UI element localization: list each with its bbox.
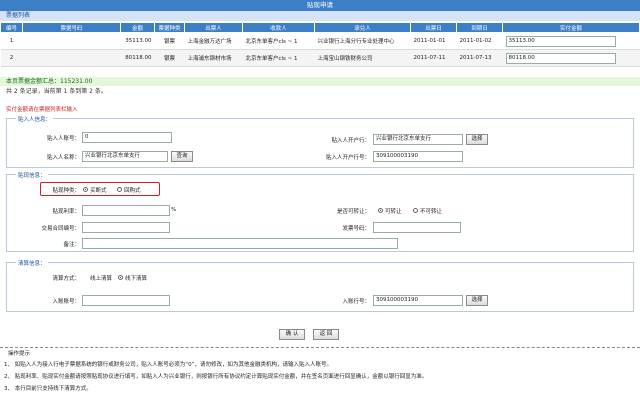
applicant-group-title: 贴入人信息： bbox=[16, 115, 54, 123]
col-header[interactable]: 编号 bbox=[0, 22, 23, 33]
total-summary: 本页票据金额汇总：115231.00 bbox=[0, 77, 640, 86]
col-header[interactable]: 票据种类 bbox=[154, 22, 185, 33]
settlement-group-title: 清算信息： bbox=[16, 259, 48, 267]
settle-bank-no-label: 入账行号： bbox=[342, 299, 370, 305]
applicant-account-input[interactable]: 0 bbox=[82, 132, 172, 143]
cell-no: 2 bbox=[0, 49, 23, 67]
applicant-bank-input[interactable]: 兴业银行北京东单支行 bbox=[373, 134, 463, 145]
cell-actual-amount: 35113.00 bbox=[502, 32, 640, 50]
col-header[interactable]: 出票人 bbox=[184, 22, 243, 33]
settlement-method-label: 清算方式： bbox=[52, 276, 80, 282]
cell-payee: 北京东单客户cls ~ 1 bbox=[242, 32, 315, 50]
operation-tips: 操作提示 1、 如贴入人为接入行电子票据系统的银行或财务公司，贴入人账号必须为“… bbox=[0, 347, 640, 400]
query-button[interactable]: 查询 bbox=[171, 151, 193, 162]
radio-unchecked-icon bbox=[413, 208, 418, 213]
applicant-bank-label: 贴入人开户行： bbox=[331, 138, 370, 144]
applicant-name-input[interactable]: 兴业银行北京东单支行 bbox=[82, 151, 168, 162]
cell-issue-date: 2011-01-01 bbox=[410, 32, 457, 50]
rate-unit: % bbox=[171, 207, 177, 213]
cell-kind: 银票 bbox=[154, 49, 185, 67]
discount-rate-input[interactable] bbox=[82, 205, 170, 216]
applicant-bank-no-label: 贴入人开户行号： bbox=[325, 155, 370, 161]
transferable-option-yes[interactable]: 可转让 bbox=[378, 207, 402, 215]
discount-type-option-repo[interactable]: 回购式 bbox=[117, 186, 141, 194]
cell-drawer: 上海浦东钢材市场 bbox=[184, 49, 243, 67]
confirm-button[interactable]: 确 认 bbox=[279, 329, 305, 340]
actual-amount-input[interactable]: 35113.00 bbox=[505, 35, 616, 47]
col-header[interactable]: 票据号码 bbox=[22, 22, 121, 33]
radio-checked-icon bbox=[83, 187, 88, 192]
discount-type-option-buyout[interactable]: 买断式 bbox=[83, 186, 107, 194]
remark-label: 备注： bbox=[63, 242, 80, 248]
back-button[interactable]: 返 回 bbox=[313, 329, 339, 340]
transferable-label: 是否可转让： bbox=[336, 209, 370, 215]
window-title: 贴现申请 bbox=[0, 0, 640, 11]
contract-no-input[interactable] bbox=[82, 222, 170, 233]
cell-ticket-no bbox=[22, 32, 121, 50]
settlement-option-offline[interactable]: 线下清算 bbox=[118, 274, 147, 282]
settle-bank-select-button[interactable]: 选择 bbox=[466, 295, 488, 306]
discount-group-title: 贴现信息： bbox=[16, 171, 48, 179]
col-header[interactable]: 实付金额 bbox=[502, 22, 640, 33]
tip-item-2: 2、 贴现利率、贴现实付金额请按照贴现协议进行填写，如贴入人为兴业银行，则按银行… bbox=[4, 374, 428, 380]
cell-ticket-no bbox=[22, 49, 121, 67]
hint-text: 实付金额请在票据列表栏输入 bbox=[6, 107, 78, 113]
cell-due-date: 2011-01-02 bbox=[456, 32, 503, 50]
col-header[interactable]: 承兑人 bbox=[314, 22, 411, 33]
col-header[interactable]: 收款人 bbox=[242, 22, 315, 33]
cell-kind: 银票 bbox=[154, 32, 185, 50]
cell-actual-amount: 80118.00 bbox=[502, 49, 640, 67]
invoice-no-input[interactable] bbox=[373, 222, 461, 233]
radio-checked-icon bbox=[378, 208, 383, 213]
invoice-no-label: 发票号码： bbox=[342, 226, 370, 232]
discount-rate-label: 贴现利率： bbox=[52, 209, 80, 215]
bank-select-button[interactable]: 选择 bbox=[466, 134, 488, 145]
table-row[interactable]: 2 80118.00 银票 上海浦东钢材市场 北京东单客户cls ~ 1 上海宝… bbox=[0, 49, 640, 67]
col-header[interactable]: 到期日 bbox=[456, 22, 503, 33]
remark-input[interactable] bbox=[82, 238, 398, 249]
settle-account-input[interactable] bbox=[82, 295, 170, 306]
applicant-name-label: 贴入人名称： bbox=[46, 155, 80, 161]
applicant-bank-no-input[interactable]: 309100003190 bbox=[373, 151, 463, 162]
col-header[interactable]: 金额 bbox=[120, 22, 155, 33]
cell-amount: 80118.00 bbox=[120, 49, 155, 67]
pager-text: 共 2 条记录，当前第 1 条到第 2 条。 bbox=[6, 88, 107, 95]
radio-unchecked-icon bbox=[117, 187, 122, 192]
ticket-list-header: 票据列表 bbox=[0, 11, 640, 21]
applicant-account-label: 贴入人账号： bbox=[46, 136, 80, 142]
cell-no: 1 bbox=[0, 32, 23, 50]
tip-item-3: 3、 本行目前只支持线下清算方式。 bbox=[4, 386, 92, 392]
actual-amount-input[interactable]: 80118.00 bbox=[505, 52, 616, 64]
settlement-option-online[interactable]: 线上清算 bbox=[90, 274, 112, 282]
settle-bank-no-input[interactable]: 309100003190 bbox=[373, 295, 463, 306]
discount-type-label: 贴现种类： bbox=[52, 188, 80, 194]
tip-item-1: 1、 如贴入人为接入行电子票据系统的银行或财务公司，贴入人账号必须为“0”，请勿… bbox=[4, 362, 332, 368]
table-header-row: 编号 票据号码 金额 票据种类 出票人 收款人 承兑人 出票日 到期日 实付金额 bbox=[0, 22, 640, 33]
col-header[interactable]: 出票日 bbox=[410, 22, 457, 33]
cell-drawer: 上海金融万达广场 bbox=[184, 32, 243, 50]
cell-acceptor: 上海宝山钢铁财务公司 bbox=[314, 49, 411, 67]
cell-acceptor: 兴业银行上海分行专业处理中心 bbox=[314, 32, 411, 50]
tips-title: 操作提示 bbox=[8, 351, 31, 357]
table-row[interactable]: 1 35113.00 银票 上海金融万达广场 北京东单客户cls ~ 1 兴业银… bbox=[0, 32, 640, 50]
radio-checked-icon bbox=[118, 275, 123, 280]
cell-amount: 35113.00 bbox=[120, 32, 155, 50]
contract-no-label: 交易合同编号： bbox=[41, 226, 80, 232]
settle-account-label: 入账账号： bbox=[52, 299, 80, 305]
cell-payee: 北京东单客户cls ~ 1 bbox=[242, 49, 315, 67]
ticket-table: 编号 票据号码 金额 票据种类 出票人 收款人 承兑人 出票日 到期日 实付金额… bbox=[0, 22, 640, 67]
cell-issue-date: 2011-07-11 bbox=[410, 49, 457, 67]
cell-due-date: 2011-07-13 bbox=[456, 49, 503, 67]
transferable-option-no[interactable]: 不可转让 bbox=[413, 207, 442, 215]
